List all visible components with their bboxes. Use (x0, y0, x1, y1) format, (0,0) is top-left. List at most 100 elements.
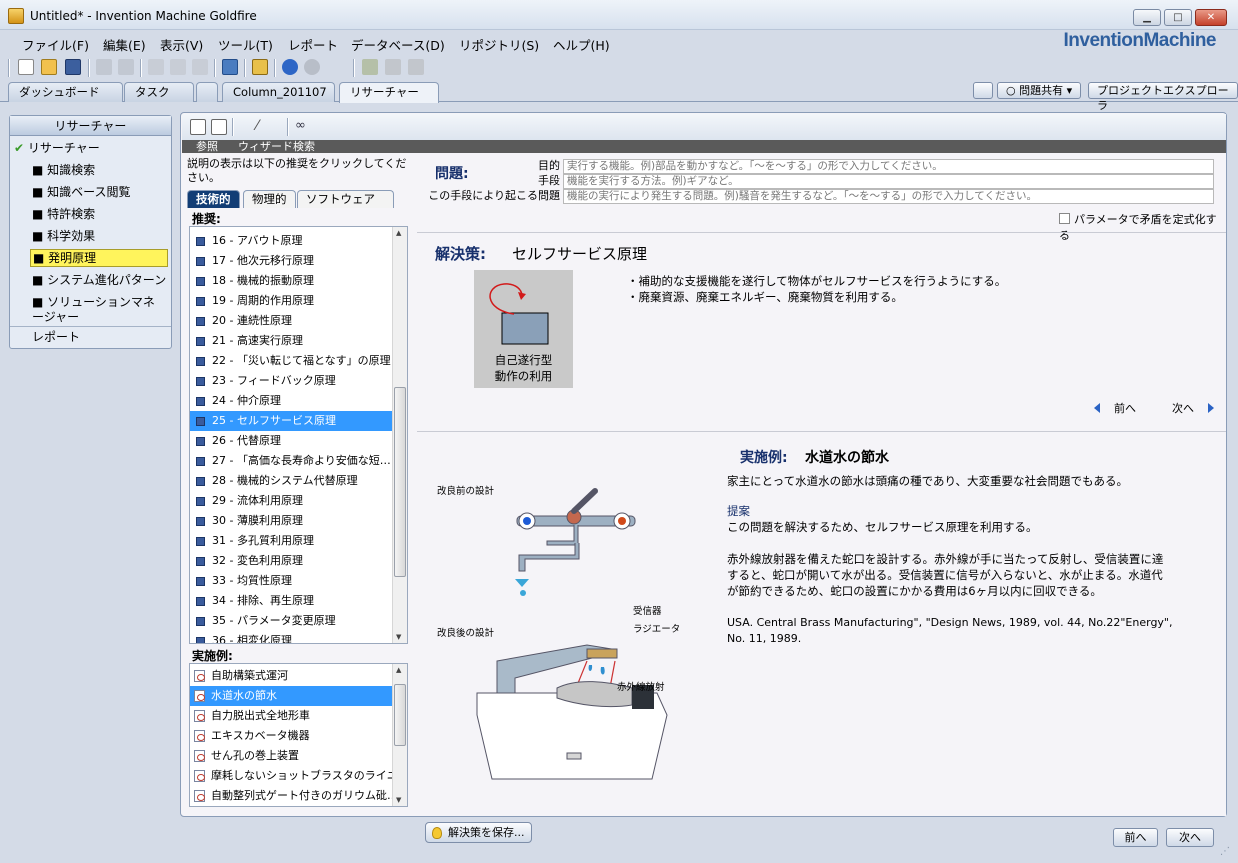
share-problem-button[interactable]: ○ 問題共有 ▾ (997, 82, 1082, 99)
tab-researcher[interactable]: リサーチャー (339, 82, 439, 103)
bottom-prev-button[interactable]: 前へ (1113, 828, 1158, 847)
example-item[interactable]: 自動整列式ゲート付きのガリウム砒… (190, 786, 392, 806)
example-item[interactable]: 自助構築式運河 (190, 666, 392, 686)
principle-item[interactable]: 20 - 連続性原理 (190, 311, 392, 331)
search-label[interactable]: 検索 (293, 140, 315, 153)
tab-physical[interactable]: 物理的 (243, 190, 296, 208)
browse-a-icon[interactable] (190, 119, 206, 135)
scroll-up-icon[interactable]: ▲ (396, 666, 401, 674)
principle-item[interactable]: 17 - 他次元移行原理 (190, 251, 392, 271)
principle-item[interactable]: 30 - 薄膜利用原理 (190, 511, 392, 531)
open-folder-icon[interactable] (41, 59, 57, 75)
means-field[interactable]: 機能を実行する方法。例)ギアなど。 (563, 174, 1214, 189)
caused-problem-field[interactable]: 機能の実行により発生する問題。例)騒音を発生するなど。「〜を〜する」の形で入力し… (563, 189, 1214, 204)
copy-icon[interactable] (170, 59, 186, 75)
principle-item[interactable]: 26 - 代替原理 (190, 431, 392, 451)
solution-next-link[interactable]: 次へ (1172, 400, 1214, 416)
menu-view[interactable]: 表示(V) (160, 35, 203, 54)
nav-item-patent-search[interactable]: ■ 特許検索 (10, 204, 171, 224)
minimize-button[interactable]: ▁ (1133, 9, 1161, 26)
nav-item-knowledge-search[interactable]: ■ 知識検索 (10, 160, 171, 180)
tool-c-icon[interactable] (408, 59, 424, 75)
menu-file[interactable]: ファイル(F) (22, 35, 89, 54)
principle-item[interactable]: 27 - 「高価な長寿命より安価な短… (190, 451, 392, 471)
example-item[interactable]: 自力脱出式全地形車 (190, 706, 392, 726)
purpose-field[interactable]: 実行する機能。例)部品を動かすなど。「〜を〜する」の形で入力してください。 (563, 159, 1214, 174)
principle-item[interactable]: 19 - 周期的作用原理 (190, 291, 392, 311)
principle-item[interactable]: 33 - 均質性原理 (190, 571, 392, 591)
principle-item[interactable]: 25 - セルフサービス原理 (190, 411, 392, 431)
example-scrollbar[interactable]: ▲ ▼ (392, 664, 407, 806)
tool-b-icon[interactable] (385, 59, 401, 75)
principle-item[interactable]: 16 - アバウト原理 (190, 231, 392, 251)
menu-report[interactable]: レポート (288, 35, 338, 54)
principle-item[interactable]: 18 - 機械的振動原理 (190, 271, 392, 291)
tab-software[interactable]: ソフトウェア (297, 190, 394, 208)
nav-item-inventive-principles[interactable]: ■ 発明原理 (10, 248, 171, 268)
nav-item-knowledge-browse[interactable]: ■ 知識ベース閲覧 (10, 182, 171, 202)
tool-a-icon[interactable] (362, 59, 378, 75)
binoculars-icon[interactable]: ∞ (295, 119, 311, 135)
panel-toggle-button[interactable] (973, 82, 993, 99)
redo-icon[interactable] (118, 59, 134, 75)
tab-dashboard[interactable]: ダッシュボード (8, 82, 123, 102)
parameter-contradiction-checkbox[interactable]: パラメータで矛盾を定式化する (1059, 211, 1226, 243)
menu-edit[interactable]: 編集(E) (103, 35, 146, 54)
checkbox-box[interactable] (1059, 213, 1070, 224)
bottom-next-button[interactable]: 次へ (1166, 828, 1214, 847)
save-icon[interactable] (65, 59, 81, 75)
example-item[interactable]: せん孔の巻上装置 (190, 746, 392, 766)
principle-item[interactable]: 34 - 排除、再生原理 (190, 591, 392, 611)
close-button[interactable]: ✕ (1195, 9, 1227, 26)
menu-repository[interactable]: リポジトリ(S) (459, 35, 539, 54)
resize-grip-icon[interactable]: ⋰ (1220, 846, 1234, 860)
principle-item[interactable]: 35 - パラメータ変更原理 (190, 611, 392, 631)
scroll-down-icon[interactable]: ▼ (396, 796, 401, 804)
tab-empty[interactable] (196, 82, 218, 102)
principle-item[interactable]: 32 - 変色利用原理 (190, 551, 392, 571)
tab-technical[interactable]: 技術的 (187, 190, 240, 208)
nav-item-evolution-patterns[interactable]: ■ システム進化パターン (10, 270, 171, 290)
principle-item[interactable]: 23 - フィードバック原理 (190, 371, 392, 391)
menu-tools[interactable]: ツール(T) (218, 35, 273, 54)
paste-icon[interactable] (192, 59, 208, 75)
maximize-button[interactable]: □ (1164, 9, 1192, 26)
picture-icon[interactable] (222, 59, 238, 75)
tab-column[interactable]: Column_201107 (222, 82, 335, 102)
nav-item-solution-manager[interactable]: ■ ソリューションマネージャー (10, 292, 171, 324)
scroll-thumb[interactable] (394, 387, 406, 577)
principle-item[interactable]: 22 - 「災い転じて福となす」の原理 (190, 351, 392, 371)
principle-scrollbar[interactable]: ▲ ▼ (392, 227, 407, 643)
menu-database[interactable]: データベース(D) (351, 35, 445, 54)
nav-report[interactable]: レポート (10, 327, 171, 347)
help-icon[interactable] (282, 59, 298, 75)
example-item[interactable]: 摩耗しないショットブラスタのライニング (190, 766, 392, 786)
principle-list[interactable]: 16 - アバウト原理 17 - 他次元移行原理 18 - 機械的振動原理 19 - … (189, 226, 408, 644)
undo-icon[interactable] (96, 59, 112, 75)
scroll-thumb[interactable] (394, 684, 406, 746)
principle-item[interactable]: 29 - 流体利用原理 (190, 491, 392, 511)
example-item[interactable]: 水道水の節水 (190, 686, 392, 706)
example-item[interactable]: エキスカベータ機器 (190, 726, 392, 746)
principle-item[interactable]: 36 - 相変化原理 (190, 631, 392, 643)
wizard-wand-icon[interactable]: ⁄ (256, 119, 272, 135)
project-explorer-button[interactable]: プロジェクトエクスプローラ (1088, 82, 1238, 112)
example-list[interactable]: 自助構築式運河 水道水の節水 自力脱出式全地形車 エキスカベータ機器 せん孔の巻上装置摩… (189, 663, 408, 807)
tab-task[interactable]: タスク (124, 82, 194, 102)
nav-researcher-root[interactable]: ✔ リサーチャー (10, 138, 171, 158)
principle-item[interactable]: 24 - 仲介原理 (190, 391, 392, 411)
principle-item[interactable]: 31 - 多孔質利用原理 (190, 531, 392, 551)
principle-item[interactable]: 21 - 高速実行原理 (190, 331, 392, 351)
browse-b-icon[interactable] (211, 119, 227, 135)
cut-icon[interactable] (148, 59, 164, 75)
nav-item-scientific-effects[interactable]: ■ 科学効果 (10, 226, 171, 246)
principle-item[interactable]: 28 - 機械的システム代替原理 (190, 471, 392, 491)
scroll-down-icon[interactable]: ▼ (396, 633, 401, 641)
save-solution-button[interactable]: 解決策を保存... (425, 822, 532, 843)
solution-prev-link[interactable]: 前へ (1094, 400, 1136, 416)
document-icon[interactable] (252, 59, 268, 75)
refresh-icon[interactable] (304, 59, 320, 75)
wizard-label[interactable]: ウィザード (238, 140, 293, 153)
menu-help[interactable]: ヘルプ(H) (553, 35, 610, 54)
new-file-icon[interactable] (18, 59, 34, 75)
